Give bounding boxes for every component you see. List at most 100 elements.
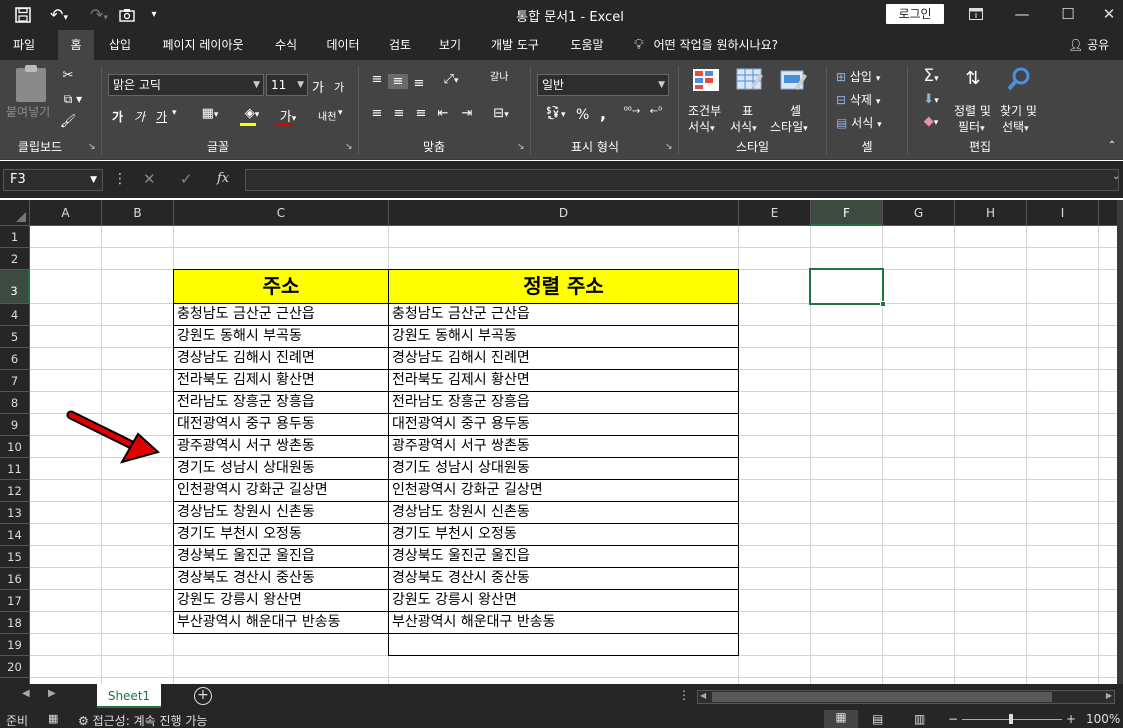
- zoom-level[interactable]: 100%: [1086, 712, 1120, 726]
- cell-d5[interactable]: 강원도 동해시 부곡동: [388, 326, 739, 348]
- fill-icon[interactable]: ⬇▾: [916, 92, 946, 107]
- cell-d19[interactable]: [388, 634, 739, 656]
- cell-c14[interactable]: 경기도 부천시 오정동: [173, 524, 389, 546]
- grow-font-button[interactable]: 가: [312, 77, 324, 96]
- insert-cells-button[interactable]: ⊞ 삽입 ▾: [836, 68, 880, 85]
- phonetic-button[interactable]: 내천: [318, 108, 336, 123]
- insert-function-icon[interactable]: fx: [217, 171, 229, 186]
- align-center-icon[interactable]: ≡: [390, 106, 408, 121]
- macro-record-icon[interactable]: ▦: [48, 712, 58, 725]
- cell-c5[interactable]: 강원도 동해시 부곡동: [173, 326, 389, 348]
- decrease-indent-icon[interactable]: ⇤: [434, 106, 452, 121]
- number-launcher-icon[interactable]: ↘: [665, 142, 675, 152]
- close-icon[interactable]: ✕: [1094, 3, 1123, 25]
- conditional-formatting-label-2[interactable]: 서식▾: [688, 118, 715, 135]
- tab-insert[interactable]: 삽입: [100, 30, 140, 60]
- find-select-icon[interactable]: [1004, 66, 1034, 96]
- conditional-formatting-icon[interactable]: [692, 68, 720, 92]
- scroll-right-icon[interactable]: ▶: [1106, 691, 1112, 700]
- conditional-formatting-label-1[interactable]: 조건부: [688, 102, 721, 119]
- alignment-launcher-icon[interactable]: ↘: [517, 142, 527, 152]
- row-header-11[interactable]: 11: [0, 458, 30, 480]
- row-header-13[interactable]: 13: [0, 502, 30, 524]
- column-header-g[interactable]: G: [883, 200, 955, 226]
- name-box[interactable]: F3 ▼: [3, 169, 103, 191]
- fill-handle[interactable]: [880, 301, 886, 307]
- increase-decimal-icon[interactable]: ⁰⁰→: [622, 106, 642, 117]
- cell-d14[interactable]: 경기도 부천시 오정동: [388, 524, 739, 546]
- format-cells-button[interactable]: ▤ 서식 ▾: [836, 114, 882, 131]
- sort-filter-label-1[interactable]: 정렬 및: [954, 102, 991, 119]
- cell-d4[interactable]: 충청남도 금산군 근산읍: [388, 304, 739, 326]
- expand-formula-icon[interactable]: ⌄: [1112, 171, 1120, 182]
- clipboard-launcher-icon[interactable]: ↘: [88, 142, 98, 152]
- tab-home[interactable]: 홈: [58, 30, 94, 60]
- scroll-left-icon[interactable]: ◀: [700, 691, 706, 700]
- collapse-ribbon-icon[interactable]: ⌃: [1104, 140, 1120, 151]
- formula-input[interactable]: [245, 169, 1119, 191]
- chevron-down-icon[interactable]: ▾: [338, 108, 343, 118]
- cell-c15[interactable]: 경상북도 울진군 울진읍: [173, 546, 389, 568]
- font-size-combo[interactable]: 11 ▼: [266, 74, 308, 96]
- cell-d18[interactable]: 부산광역시 해운대구 반송동: [388, 612, 739, 634]
- cell-c13[interactable]: 경상남도 창원시 신촌동: [173, 502, 389, 524]
- cell-d10[interactable]: 광주광역시 서구 쌍촌동: [388, 436, 739, 458]
- format-as-table-label-2[interactable]: 서식▾: [730, 118, 757, 135]
- cut-icon[interactable]: ✂: [58, 68, 78, 83]
- number-format-combo[interactable]: 일반 ▼: [537, 74, 669, 96]
- row-header-10[interactable]: 10: [0, 436, 30, 458]
- comma-button[interactable]: ,: [600, 104, 606, 123]
- accessibility-status[interactable]: ⚙︎ 접근성: 계속 진행 가능: [78, 712, 207, 728]
- row-header-14[interactable]: 14: [0, 524, 30, 546]
- font-launcher-icon[interactable]: ↘: [345, 142, 355, 152]
- selected-cell-outline[interactable]: [809, 268, 884, 305]
- cell-d9[interactable]: 대전광역시 중구 용두동: [388, 414, 739, 436]
- row-header-5[interactable]: 5: [0, 326, 30, 348]
- row-header-19[interactable]: 19: [0, 634, 30, 656]
- delete-cells-button[interactable]: ⊟ 삭제 ▾: [836, 91, 880, 108]
- format-painter-icon[interactable]: 🖌︎: [58, 114, 78, 129]
- cell-d7[interactable]: 전라북도 김제시 황산면: [388, 370, 739, 392]
- clear-icon[interactable]: ◆▾: [916, 114, 946, 129]
- cell-d8[interactable]: 전라남도 장흥군 장흥읍: [388, 392, 739, 414]
- row-header-15[interactable]: 15: [0, 546, 30, 568]
- increase-indent-icon[interactable]: ⇥: [458, 106, 476, 121]
- column-header-overflow[interactable]: [1099, 200, 1117, 226]
- save-icon[interactable]: [10, 4, 36, 26]
- accounting-icon[interactable]: 💱︎▾: [540, 106, 570, 121]
- login-button[interactable]: 로그인: [886, 4, 944, 24]
- cell-c10[interactable]: 광주광역시 서구 쌍촌동: [173, 436, 389, 458]
- bold-button[interactable]: 가: [112, 108, 123, 125]
- copy-icon[interactable]: ⧉ ▾: [58, 92, 88, 107]
- column-header-d[interactable]: D: [389, 200, 739, 226]
- cell-c9[interactable]: 대전광역시 중구 용두동: [173, 414, 389, 436]
- sort-filter-icon[interactable]: ⇅: [958, 68, 988, 89]
- cell-c8[interactable]: 전라남도 장흥군 장흥읍: [173, 392, 389, 414]
- cell-d13[interactable]: 경상남도 창원시 신촌동: [388, 502, 739, 524]
- cancel-icon[interactable]: ✕: [143, 170, 156, 188]
- scroll-left-icon[interactable]: ◀: [22, 688, 30, 699]
- camera-icon[interactable]: [116, 4, 138, 26]
- row-header-1[interactable]: 1: [0, 226, 30, 248]
- tab-page-layout[interactable]: 페이지 레이아웃: [150, 30, 256, 60]
- column-header-h[interactable]: H: [955, 200, 1027, 226]
- find-select-label-2[interactable]: 선택▾: [1002, 118, 1029, 135]
- cell-c11[interactable]: 경기도 성남시 상대원동: [173, 458, 389, 480]
- merge-center-icon[interactable]: ⊟▾: [486, 106, 516, 121]
- align-left-icon[interactable]: ≡: [368, 106, 386, 121]
- cell-d11[interactable]: 경기도 성남시 상대원동: [388, 458, 739, 480]
- font-name-combo[interactable]: 맑은 고딕 ▼: [108, 74, 264, 96]
- tab-help[interactable]: 도움말: [560, 30, 614, 60]
- tell-me-search[interactable]: 💡︎ 어떤 작업을 원하시나요?: [634, 30, 778, 60]
- underline-button[interactable]: 가: [156, 108, 167, 125]
- row-header-9[interactable]: 9: [0, 414, 30, 436]
- column-header-f[interactable]: F: [811, 200, 883, 226]
- cell-styles-label-2[interactable]: 스타일▾: [770, 118, 808, 135]
- ribbon-display-icon[interactable]: [956, 3, 996, 25]
- new-sheet-icon[interactable]: +: [194, 687, 212, 705]
- zoom-in-icon[interactable]: +: [1066, 712, 1076, 726]
- fill-color-icon[interactable]: ◈▾: [238, 106, 266, 126]
- tab-developer[interactable]: 개발 도구: [480, 30, 550, 60]
- sort-filter-label-2[interactable]: 필터▾: [958, 118, 985, 135]
- column-header-c[interactable]: C: [174, 200, 389, 226]
